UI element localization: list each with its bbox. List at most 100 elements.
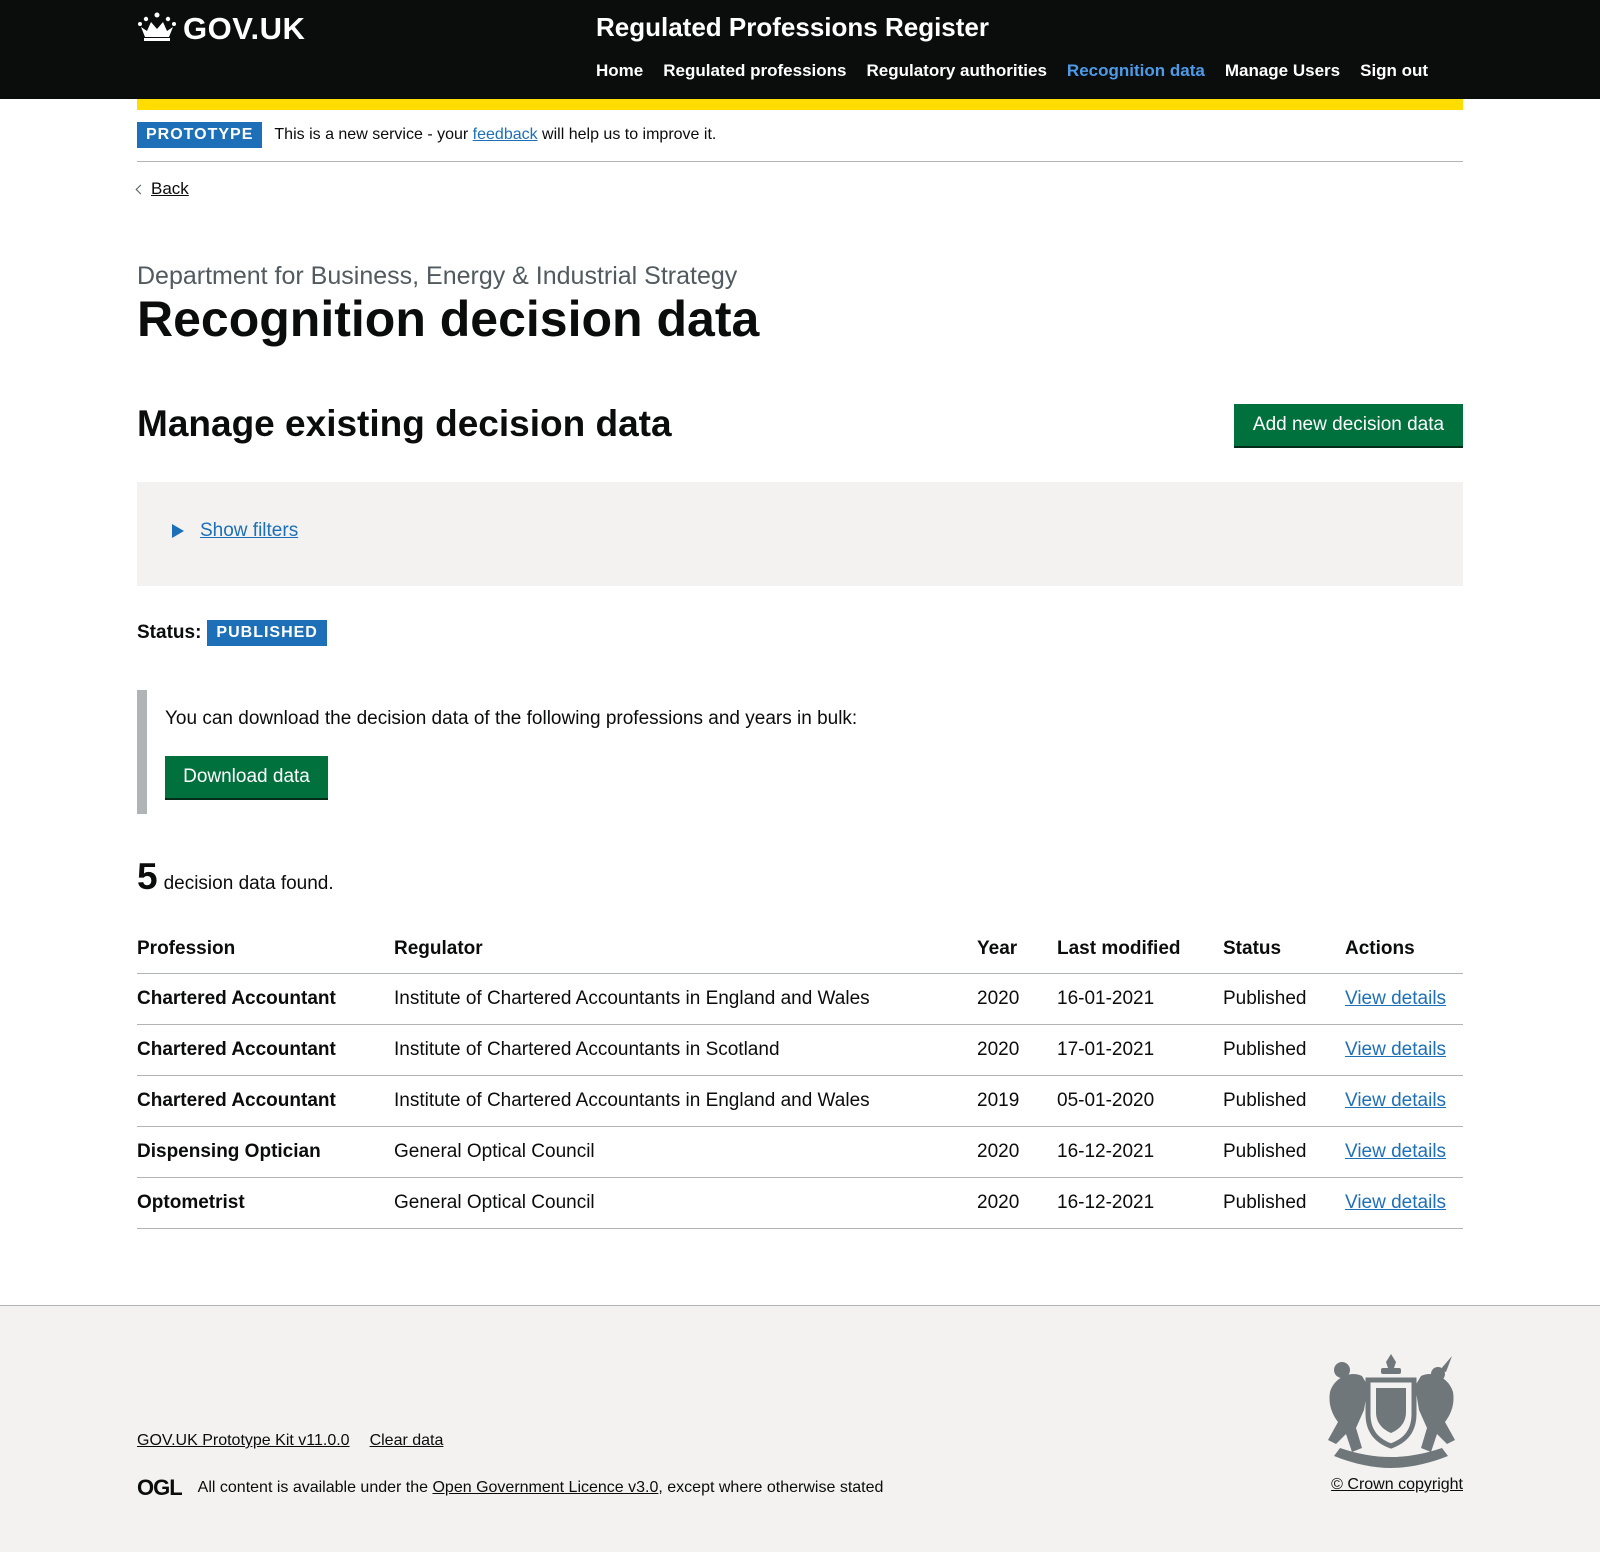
- cell-status: Published: [1223, 973, 1345, 1025]
- view-details-link[interactable]: View details: [1345, 988, 1446, 1009]
- crown-icon: [137, 10, 183, 47]
- royal-coat-of-arms-icon: [1328, 1354, 1455, 1468]
- prototype-kit-link[interactable]: GOV.UK Prototype Kit v11.0.0: [137, 1432, 350, 1450]
- table-header-row: Profession Regulator Year Last modified …: [137, 925, 1463, 974]
- crown-copyright-link[interactable]: © Crown copyright: [1331, 1476, 1463, 1493]
- status-badge: PUBLISHED: [207, 620, 327, 646]
- cell-year: 2020: [977, 1177, 1057, 1229]
- table-row: Chartered Accountant Institute of Charte…: [137, 1024, 1463, 1076]
- header-year: Year: [977, 925, 1057, 974]
- header-profession: Profession: [137, 925, 394, 974]
- cell-actions: View details: [1345, 1024, 1463, 1076]
- cell-last-modified: 16-12-2021: [1057, 1126, 1223, 1178]
- licence-statement: OGL All content is available under the O…: [137, 1475, 883, 1501]
- results-count: 5 decision data found.: [137, 856, 334, 898]
- table-row: Chartered Accountant Institute of Charte…: [137, 1075, 1463, 1127]
- crown-copyright: © Crown copyright: [1331, 1476, 1463, 1494]
- site-footer: GOV.UK Prototype Kit v11.0.0 Clear data …: [0, 1305, 1600, 1552]
- cell-actions: View details: [1345, 1075, 1463, 1127]
- clear-data-link[interactable]: Clear data: [370, 1432, 444, 1450]
- licence-text: All content is available under the Open …: [198, 1479, 884, 1497]
- phase-banner: PROTOTYPE This is a new service - your f…: [137, 122, 1463, 162]
- phase-banner-text: This is a new service - your feedback wi…: [274, 122, 716, 144]
- cell-year: 2019: [977, 1075, 1057, 1127]
- table-row: Dispensing Optician General Optical Coun…: [137, 1126, 1463, 1178]
- header-actions: Actions: [1345, 925, 1463, 974]
- cell-status: Published: [1223, 1177, 1345, 1229]
- nav-manage-users[interactable]: Manage Users: [1225, 61, 1340, 81]
- status-line: Status: PUBLISHED: [137, 620, 327, 646]
- view-details-link[interactable]: View details: [1345, 1192, 1446, 1213]
- results-count-number: 5: [137, 856, 158, 897]
- govuk-logo-link[interactable]: GOV.UK: [137, 10, 305, 47]
- cell-regulator: General Optical Council: [394, 1126, 977, 1178]
- site-header: GOV.UK Regulated Professions Register Ho…: [0, 0, 1600, 99]
- add-decision-data-button[interactable]: Add new decision data: [1234, 404, 1463, 446]
- cell-actions: View details: [1345, 1126, 1463, 1178]
- header-last-modified: Last modified: [1057, 925, 1223, 974]
- licence-text-after: , except where otherwise stated: [658, 1479, 884, 1496]
- filters-toggle[interactable]: Show filters: [172, 520, 298, 542]
- triangle-right-icon: [172, 524, 184, 538]
- header-status: Status: [1223, 925, 1345, 974]
- download-description: You can download the decision data of th…: [165, 708, 858, 729]
- show-filters-link[interactable]: Show filters: [200, 520, 298, 542]
- cell-regulator: Institute of Chartered Accountants in En…: [394, 973, 977, 1025]
- cell-profession: Chartered Accountant: [137, 1075, 394, 1127]
- cell-profession: Dispensing Optician: [137, 1126, 394, 1178]
- cell-profession: Optometrist: [137, 1177, 394, 1229]
- header-regulator: Regulator: [394, 925, 977, 974]
- back-link[interactable]: Back: [151, 179, 189, 199]
- chevron-left-icon: [135, 184, 146, 195]
- cell-year: 2020: [977, 1126, 1057, 1178]
- header-accent-bar: [137, 99, 1463, 110]
- nav-sign-out[interactable]: Sign out: [1360, 61, 1428, 81]
- table-row: Optometrist General Optical Council 2020…: [137, 1177, 1463, 1229]
- nav-home[interactable]: Home: [596, 61, 643, 81]
- feedback-link[interactable]: feedback: [473, 126, 538, 143]
- phase-text-after: will help us to improve it.: [537, 126, 717, 143]
- ogl-logo-icon: OGL: [137, 1475, 183, 1500]
- page-caption: Department for Business, Energy & Indust…: [137, 262, 738, 290]
- logo-text: GOV.UK: [183, 10, 306, 46]
- cell-status: Published: [1223, 1024, 1345, 1076]
- nav-regulated-professions[interactable]: Regulated professions: [663, 61, 846, 81]
- primary-nav: Home Regulated professions Regulatory au…: [596, 61, 1428, 81]
- nav-regulatory-authorities[interactable]: Regulatory authorities: [867, 61, 1047, 81]
- cell-profession: Chartered Accountant: [137, 1024, 394, 1076]
- status-label: Status:: [137, 622, 202, 643]
- cell-regulator: Institute of Chartered Accountants in En…: [394, 1075, 977, 1127]
- phase-text-before: This is a new service - your: [274, 126, 473, 143]
- nav-recognition-data[interactable]: Recognition data: [1067, 61, 1205, 81]
- view-details-link[interactable]: View details: [1345, 1090, 1446, 1111]
- results-count-text: decision data found.: [163, 873, 334, 894]
- back-link-container: Back: [135, 179, 189, 199]
- licence-text-before: All content is available under the: [197, 1479, 433, 1496]
- view-details-link[interactable]: View details: [1345, 1141, 1446, 1162]
- cell-year: 2020: [977, 1024, 1057, 1076]
- cell-actions: View details: [1345, 1177, 1463, 1229]
- cell-last-modified: 17-01-2021: [1057, 1024, 1223, 1076]
- cell-year: 2020: [977, 973, 1057, 1025]
- cell-last-modified: 16-01-2021: [1057, 973, 1223, 1025]
- section-heading: Manage existing decision data: [137, 403, 672, 444]
- cell-regulator: General Optical Council: [394, 1177, 977, 1229]
- cell-profession: Chartered Accountant: [137, 973, 394, 1025]
- footer-links: GOV.UK Prototype Kit v11.0.0 Clear data: [137, 1432, 443, 1450]
- cell-status: Published: [1223, 1126, 1345, 1178]
- cell-last-modified: 05-01-2020: [1057, 1075, 1223, 1127]
- table-row: Chartered Accountant Institute of Charte…: [137, 973, 1463, 1025]
- cell-regulator: Institute of Chartered Accountants in Sc…: [394, 1024, 977, 1076]
- service-name-link[interactable]: Regulated Professions Register: [596, 12, 989, 43]
- view-details-link[interactable]: View details: [1345, 1039, 1446, 1060]
- download-data-button[interactable]: Download data: [165, 756, 328, 798]
- decision-data-table: Profession Regulator Year Last modified …: [137, 925, 1463, 1229]
- page-title: Recognition decision data: [137, 291, 760, 347]
- cell-status: Published: [1223, 1075, 1345, 1127]
- cell-actions: View details: [1345, 973, 1463, 1025]
- cell-last-modified: 16-12-2021: [1057, 1177, 1223, 1229]
- filters-panel: Show filters: [137, 482, 1463, 586]
- phase-tag: PROTOTYPE: [137, 122, 263, 148]
- download-inset: You can download the decision data of th…: [137, 690, 1463, 814]
- ogl-licence-link[interactable]: Open Government Licence v3.0: [432, 1479, 658, 1496]
